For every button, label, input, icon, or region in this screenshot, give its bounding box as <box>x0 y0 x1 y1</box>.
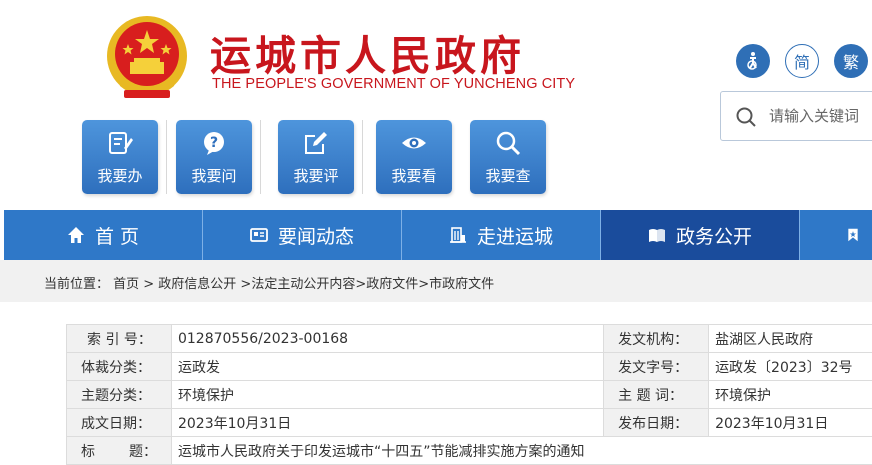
table-row: 主题分类： 环境保护 主 题 词： 环境保护 <box>66 380 872 409</box>
quick-link-divider <box>260 120 261 194</box>
table-row: 体裁分类： 运政发 发文字号： 运政发〔2023〕32号 <box>66 352 872 381</box>
site-subtitle: THE PEOPLE'S GOVERNMENT OF YUNCHENG CITY <box>212 76 576 92</box>
index-value: 012870556/2023-00168 <box>170 324 605 353</box>
nav-home[interactable]: 首 页 <box>4 210 203 260</box>
keywords-label: 主 题 词： <box>603 380 710 409</box>
title-label-part: 题： <box>129 443 157 460</box>
quick-link-label: 我要办 <box>97 167 143 185</box>
accessibility-button[interactable] <box>736 44 770 78</box>
accessibility-icon <box>747 52 757 70</box>
question-bubble-icon: ? <box>204 132 224 155</box>
quick-link-wo-yao-wen[interactable]: ? 我要问 <box>176 120 252 194</box>
title-label-part: 标 <box>81 443 95 460</box>
table-row: 成文日期： 2023年10月31日 发布日期： 2023年10月31日 <box>66 408 872 437</box>
home-icon <box>67 227 84 243</box>
main-nav: 首 页 要闻动态 走进运城 政务公开 <box>4 210 872 260</box>
issuer-value: 盐湖区人民政府 <box>708 324 872 353</box>
quick-link-divider <box>166 120 167 194</box>
nav-more[interactable] <box>800 210 870 260</box>
index-label: 索 引 号： <box>66 324 172 353</box>
created-date-value: 2023年10月31日 <box>170 408 605 437</box>
breadcrumb[interactable]: 当前位置： 首页 > 政府信息公开 >法定主动公开内容>政府文件>市政府文件 <box>44 273 494 292</box>
docno-label: 发文字号： <box>603 352 710 381</box>
topic-value: 环境保护 <box>170 380 605 409</box>
quick-link-wo-yao-ban[interactable]: 我要办 <box>82 120 158 194</box>
table-row: 标 题： 运城市人民政府关于印发运城市“十四五”节能减排实施方案的通知 <box>66 436 872 465</box>
traditional-chinese-button[interactable]: 繁 <box>834 44 868 78</box>
nav-label: 要闻动态 <box>277 225 354 248</box>
created-date-label: 成文日期： <box>66 408 172 437</box>
topic-label: 主题分类： <box>66 380 172 409</box>
docno-value: 运政发〔2023〕32号 <box>708 352 872 381</box>
quick-link-wo-yao-cha[interactable]: 我要查 <box>470 120 546 194</box>
pen-square-icon <box>305 132 327 154</box>
category-value: 运政发 <box>170 352 605 381</box>
search-icon <box>496 131 521 156</box>
breadcrumb-bar: 当前位置： 首页 > 政府信息公开 >法定主动公开内容>政府文件>市政府文件 <box>0 260 872 302</box>
svg-text:?: ? <box>210 135 218 151</box>
eye-icon <box>402 137 426 149</box>
bookmark-icon <box>848 228 858 242</box>
issuer-label: 发文机构： <box>603 324 710 353</box>
news-icon <box>250 228 268 242</box>
building-icon <box>449 227 466 243</box>
simplified-chinese-button[interactable]: 简 <box>785 44 819 78</box>
national-emblem-logo <box>107 16 187 98</box>
document-title-value: 运城市人民政府关于印发运城市“十四五”节能减排实施方案的通知 <box>170 436 872 465</box>
search-icon[interactable] <box>735 106 757 128</box>
published-date-label: 发布日期： <box>603 408 710 437</box>
category-label: 体裁分类： <box>66 352 172 381</box>
quick-link-label: 我要看 <box>391 167 437 185</box>
search-input[interactable] <box>769 105 872 127</box>
open-book-icon <box>648 229 665 242</box>
nav-label: 走进运城 <box>476 225 553 248</box>
published-date-value: 2023年10月31日 <box>708 408 872 437</box>
nav-label: 首 页 <box>94 225 140 248</box>
document-meta-table: 索 引 号： 012870556/2023-00168 发文机构： 盐湖区人民政… <box>66 324 872 465</box>
nav-about-yuncheng[interactable]: 走进运城 <box>402 210 601 260</box>
nav-label: 政务公开 <box>675 225 752 248</box>
quick-link-label: 我要查 <box>485 167 531 185</box>
quick-link-wo-yao-kan[interactable]: 我要看 <box>376 120 452 194</box>
site-title: 运城市人民政府 <box>210 32 525 80</box>
edit-document-icon <box>109 132 133 154</box>
quick-link-label: 我要评 <box>293 167 339 185</box>
nav-news[interactable]: 要闻动态 <box>203 210 402 260</box>
keywords-value: 环境保护 <box>708 380 872 409</box>
quick-link-label: 我要问 <box>191 167 237 185</box>
quick-link-wo-yao-ping[interactable]: 我要评 <box>278 120 354 194</box>
nav-government-affairs[interactable]: 政务公开 <box>601 210 800 260</box>
search-box <box>720 91 872 141</box>
quick-link-divider <box>362 120 363 194</box>
site-header: 运城市人民政府 THE PEOPLE'S GOVERNMENT OF YUNCH… <box>0 0 872 210</box>
table-row: 索 引 号： 012870556/2023-00168 发文机构： 盐湖区人民政… <box>66 324 872 353</box>
title-label: 标 题： <box>66 436 172 465</box>
